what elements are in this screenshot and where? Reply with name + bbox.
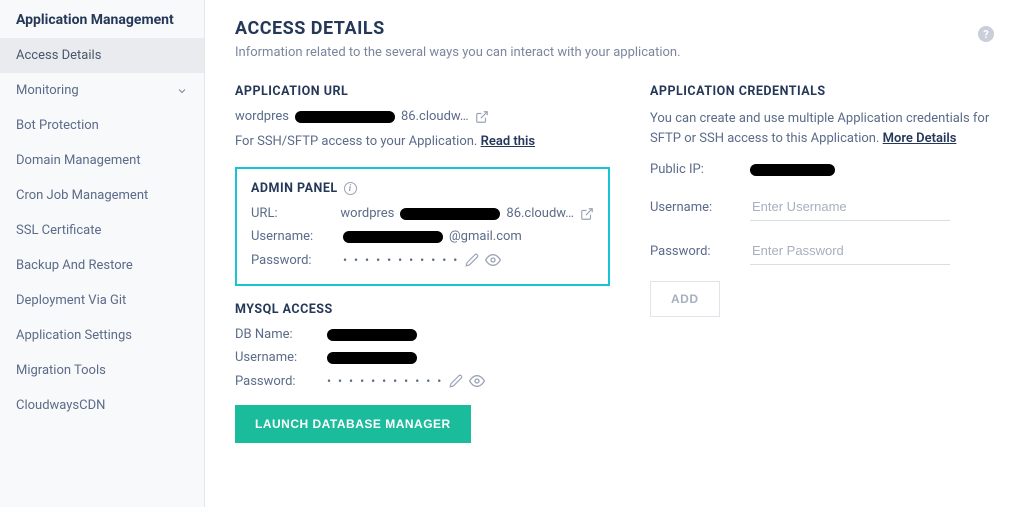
redacted-segment	[343, 231, 443, 243]
sidebar-item-label: Domain Management	[16, 153, 141, 168]
eye-icon[interactable]	[485, 252, 501, 268]
mysql-password-row: Password: • • • • • • • • • • •	[235, 373, 610, 389]
app-url-suffix: 86.cloudw…	[401, 109, 469, 124]
sidebar-item-cron-job-management[interactable]: Cron Job Management	[0, 178, 204, 213]
sidebar-item-backup-and-restore[interactable]: Backup And Restore	[0, 248, 204, 283]
eye-icon[interactable]	[469, 373, 485, 389]
sidebar-item-bot-protection[interactable]: Bot Protection	[0, 108, 204, 143]
admin-password-row: Password: • • • • • • • • • • •	[251, 252, 594, 268]
sidebar-item-label: Bot Protection	[16, 118, 99, 133]
mysql-password-masked: • • • • • • • • • • •	[327, 374, 443, 388]
mysql-password-label: Password:	[235, 374, 327, 389]
sidebar-item-label: Deployment Via Git	[16, 293, 126, 308]
admin-url-prefix: wordpres	[340, 206, 394, 221]
redacted-segment	[400, 208, 500, 220]
more-details-link[interactable]: More Details	[883, 131, 957, 146]
sidebar-item-label: Monitoring	[16, 83, 79, 98]
admin-panel-box: ADMIN PANEL i URL: wordpres 86.cloudw…	[235, 167, 610, 286]
ssh-hint: For SSH/SFTP access to your Application.…	[235, 134, 610, 149]
mysql-username-row: Username:	[235, 350, 610, 365]
column-left: APPLICATION URL wordpres 86.cloudw… For …	[235, 84, 610, 443]
public-ip-row: Public IP:	[650, 162, 994, 177]
sidebar-item-label: Application Settings	[16, 328, 132, 343]
pencil-icon[interactable]	[465, 253, 479, 267]
mysql-username-label: Username:	[235, 350, 327, 365]
admin-password-masked: • • • • • • • • • • •	[343, 253, 459, 267]
sidebar-item-label: Migration Tools	[16, 363, 106, 378]
mysql-dbname-label: DB Name:	[235, 327, 327, 342]
sidebar-item-cloudwayscdn[interactable]: CloudwaysCDN	[0, 388, 204, 423]
section-title-app-url: APPLICATION URL	[235, 84, 610, 99]
page-subtitle: Information related to the several ways …	[235, 45, 994, 60]
chevron-down-icon	[176, 85, 188, 97]
admin-url-suffix: 86.cloudw…	[506, 206, 574, 221]
sidebar-item-label: Cron Job Management	[16, 188, 148, 203]
cred-password-row: Password:	[650, 237, 994, 265]
redacted-segment	[327, 329, 417, 341]
public-ip-label: Public IP:	[650, 162, 750, 177]
sidebar-header: Application Management	[0, 0, 204, 38]
sidebar-item-migration-tools[interactable]: Migration Tools	[0, 353, 204, 388]
help-icon[interactable]: ?	[978, 26, 994, 42]
redacted-segment	[327, 352, 417, 364]
admin-username-label: Username:	[251, 229, 343, 244]
section-title-credentials: APPLICATION CREDENTIALS	[650, 84, 994, 99]
sidebar-item-monitoring[interactable]: Monitoring	[0, 73, 204, 108]
app-url-row: wordpres 86.cloudw…	[235, 109, 610, 124]
sidebar: Application Management Access Details Mo…	[0, 0, 205, 507]
redacted-segment	[295, 111, 395, 123]
mysql-dbname-row: DB Name:	[235, 327, 610, 342]
admin-username-row: Username: @gmail.com	[251, 229, 594, 244]
read-this-link[interactable]: Read this	[481, 134, 535, 149]
app-url-prefix: wordpres	[235, 109, 289, 124]
sidebar-item-label: Access Details	[16, 48, 101, 63]
admin-url-label: URL:	[251, 206, 340, 221]
sidebar-item-label: CloudwaysCDN	[16, 398, 105, 413]
cred-password-label: Password:	[650, 244, 750, 259]
admin-url-row: URL: wordpres 86.cloudw…	[251, 206, 594, 221]
sidebar-item-label: Backup And Restore	[16, 258, 133, 273]
admin-username-suffix: @gmail.com	[449, 229, 522, 244]
sidebar-item-label: SSL Certificate	[16, 223, 101, 238]
sidebar-item-ssl-certificate[interactable]: SSL Certificate	[0, 213, 204, 248]
cred-username-label: Username:	[650, 200, 750, 215]
pencil-icon[interactable]	[449, 374, 463, 388]
password-input[interactable]	[750, 237, 950, 265]
column-right: APPLICATION CREDENTIALS You can create a…	[650, 84, 994, 443]
username-input[interactable]	[750, 193, 950, 221]
section-title-admin-panel: ADMIN PANEL i	[251, 181, 594, 196]
section-title-mysql: MYSQL ACCESS	[235, 302, 610, 317]
sidebar-item-application-settings[interactable]: Application Settings	[0, 318, 204, 353]
sidebar-item-access-details[interactable]: Access Details	[0, 38, 204, 73]
cred-username-row: Username:	[650, 193, 994, 221]
add-button[interactable]: ADD	[650, 281, 720, 317]
page-title: ACCESS DETAILS	[235, 18, 994, 39]
main-content: ? ACCESS DETAILS Information related to …	[205, 0, 1024, 507]
external-link-icon[interactable]	[580, 207, 594, 221]
info-icon[interactable]: i	[344, 182, 357, 195]
launch-database-manager-button[interactable]: LAUNCH DATABASE MANAGER	[235, 405, 471, 443]
external-link-icon[interactable]	[475, 110, 489, 124]
redacted-segment	[750, 164, 835, 176]
credentials-description: You can create and use multiple Applicat…	[650, 109, 994, 148]
sidebar-item-deployment-via-git[interactable]: Deployment Via Git	[0, 283, 204, 318]
sidebar-item-domain-management[interactable]: Domain Management	[0, 143, 204, 178]
admin-password-label: Password:	[251, 253, 343, 268]
